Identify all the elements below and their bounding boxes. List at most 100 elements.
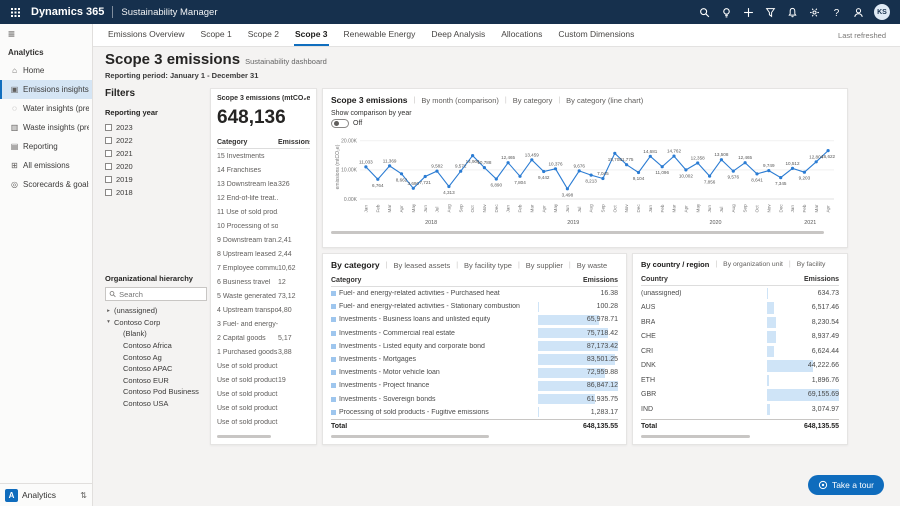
help-icon[interactable]: ? <box>830 6 842 18</box>
sidebar-item-reporting[interactable]: ▤Reporting <box>0 137 92 156</box>
table-row[interactable]: Use of sold product... <box>217 415 310 429</box>
tree-item[interactable]: Contoso Pod Business <box>105 386 207 398</box>
tab-custom-dimensions[interactable]: Custom Dimensions <box>557 24 635 46</box>
table-row[interactable]: 3 Fuel- and energy-... <box>217 317 310 331</box>
card-tab-by-country-region[interactable]: By country / region <box>641 260 709 269</box>
tab-scope-1[interactable]: Scope 1 <box>200 24 233 46</box>
table-row[interactable]: AUS6,517.46 <box>641 301 839 316</box>
tree-item[interactable]: Contoso USA <box>105 398 207 410</box>
app-name[interactable]: Sustainability Manager <box>121 7 217 18</box>
table-row[interactable]: 8 Upstream leased ...2,44 <box>217 247 310 261</box>
table-row[interactable]: Investments - Business loans and unliste… <box>331 313 618 326</box>
table-row[interactable]: 14 Franchises <box>217 163 310 177</box>
brand-title[interactable]: Dynamics 365 <box>31 6 104 18</box>
sidebar-item-emissions-insights[interactable]: ▣Emissions insights <box>0 80 92 99</box>
tree-item[interactable]: Contoso EUR <box>105 375 207 387</box>
table-row[interactable]: 12 End-of-life treat... <box>217 191 310 205</box>
table-row[interactable]: (unassigned)634.73 <box>641 286 839 301</box>
tree-item[interactable]: Contoso Ag <box>105 351 207 363</box>
year-checkbox-2023[interactable]: 2023 <box>105 121 207 134</box>
table-row[interactable]: 9 Downstream tran...2,41 <box>217 233 310 247</box>
table-row[interactable]: Fuel- and energy-related activities - St… <box>331 300 618 313</box>
table-row[interactable]: Use of sold product...19 <box>217 373 310 387</box>
tab-emissions-overview[interactable]: Emissions Overview <box>107 24 186 46</box>
table-row[interactable]: GBR69,155.69 <box>641 388 839 403</box>
tree-item[interactable]: (Blank) <box>105 328 207 340</box>
org-search-box[interactable] <box>105 287 207 301</box>
card-tab-by-leased-assets[interactable]: By leased assets <box>394 261 451 270</box>
card-tab-by-facility[interactable]: By facility <box>797 261 826 268</box>
sidebar-item-home[interactable]: ⌂Home <box>0 61 92 80</box>
table-row[interactable]: 13 Downstream lea...326 <box>217 177 310 191</box>
account-avatar[interactable]: KS <box>874 4 890 20</box>
table-row[interactable]: CRI6,624.44 <box>641 344 839 359</box>
take-a-tour-button[interactable]: Take a tour <box>808 475 884 495</box>
sidebar-item-scorecards-goals[interactable]: ◎Scorecards & goals <box>0 175 92 194</box>
table-row[interactable]: 10 Processing of sol... <box>217 219 310 233</box>
person-icon[interactable] <box>852 6 864 18</box>
app-launcher-icon[interactable] <box>10 6 23 19</box>
card-tab-by-category-line-chart-[interactable]: By category (line chart) <box>566 96 643 105</box>
table-row[interactable]: Use of sold product... <box>217 387 310 401</box>
table-row[interactable]: 11 Use of sold prod... <box>217 205 310 219</box>
table-row[interactable]: CHE8,937.49 <box>641 330 839 345</box>
horizontal-scrollbar[interactable] <box>331 231 824 234</box>
table-row[interactable]: 2 Capital goods5,17 <box>217 331 310 345</box>
tree-caret-icon[interactable]: ▾ <box>105 319 112 325</box>
year-checkbox-2019[interactable]: 2019 <box>105 173 207 186</box>
table-row[interactable]: Fuel- and energy-related activities - Pu… <box>331 287 618 300</box>
table-row[interactable]: Investments - Motor vehicle loan72,959.8… <box>331 366 618 379</box>
table-row[interactable]: 7 Employee commu...10,62 <box>217 261 310 275</box>
table-row[interactable]: Use of sold product... <box>217 359 310 373</box>
sidebar-area-switcher[interactable]: A Analytics ⇅ <box>0 483 92 506</box>
notifications-icon[interactable] <box>786 6 798 18</box>
horizontal-scrollbar[interactable] <box>217 435 271 438</box>
table-row[interactable]: DNK44,222.66 <box>641 359 839 374</box>
tree-item[interactable]: ▾Contoso Corp <box>105 317 207 329</box>
horizontal-scrollbar[interactable] <box>331 435 489 438</box>
year-checkbox-2021[interactable]: 2021 <box>105 147 207 160</box>
search-icon[interactable] <box>698 6 710 18</box>
ideas-icon[interactable] <box>720 6 732 18</box>
table-row[interactable]: 5 Waste generated i...73,12 <box>217 289 310 303</box>
table-row[interactable]: Investments - Project finance86,847.12 <box>331 379 618 392</box>
card-tab-scope-3-emissions[interactable]: Scope 3 emissions <box>331 95 408 105</box>
table-row[interactable]: IND3,074.97 <box>641 402 839 417</box>
table-row[interactable]: ETH1,896.76 <box>641 373 839 388</box>
tree-item[interactable]: Contoso Africa <box>105 340 207 352</box>
card-tab-by-facility-type[interactable]: By facility type <box>464 261 512 270</box>
card-tab-by-supplier[interactable]: By supplier <box>526 261 563 270</box>
sidebar-item-waste-insights[interactable]: ▥Waste insights (previ... <box>0 118 92 137</box>
add-icon[interactable] <box>742 6 754 18</box>
table-row[interactable]: Investments - Mortgages83,501.25 <box>331 353 618 366</box>
table-row[interactable]: 6 Business travel12 <box>217 275 310 289</box>
tab-scope-2[interactable]: Scope 2 <box>247 24 280 46</box>
sidebar-item-all-emissions[interactable]: ⊞All emissions <box>0 156 92 175</box>
comparison-toggle[interactable] <box>331 119 349 128</box>
tree-item[interactable]: ▸(unassigned) <box>105 305 207 317</box>
table-row[interactable]: Use of sold product... <box>217 401 310 415</box>
table-row[interactable]: Investments - Listed equity and corporat… <box>331 340 618 353</box>
org-search-input[interactable] <box>119 290 203 299</box>
card-tab-by-category[interactable]: By category <box>513 96 553 105</box>
year-checkbox-2022[interactable]: 2022 <box>105 134 207 147</box>
card-tab-by-waste[interactable]: By waste <box>577 261 607 270</box>
year-checkbox-2020[interactable]: 2020 <box>105 160 207 173</box>
tab-renewable-energy[interactable]: Renewable Energy <box>343 24 417 46</box>
filter-icon[interactable] <box>764 6 776 18</box>
year-checkbox-2018[interactable]: 2018 <box>105 186 207 199</box>
line-chart[interactable]: 0.00K10.00K20.00Kemissions (mtCO₂e)11,03… <box>331 129 841 229</box>
table-row[interactable]: 4 Upstream transpo...4,80 <box>217 303 310 317</box>
table-row[interactable]: Investments - Commercial real estate75,7… <box>331 327 618 340</box>
table-row[interactable]: 15 Investments <box>217 149 310 163</box>
tree-caret-icon[interactable]: ▸ <box>105 308 112 314</box>
hamburger-menu-icon[interactable]: ≡ <box>0 24 92 41</box>
table-row[interactable]: Processing of sold products - Fugitive e… <box>331 406 618 419</box>
table-row[interactable]: Investments - Sovereign bonds61,935.75 <box>331 393 618 406</box>
table-row[interactable]: 1 Purchased goods ...3,88 <box>217 345 310 359</box>
card-tab-by-category[interactable]: By category <box>331 260 380 270</box>
card-tab-by-organization-unit[interactable]: By organization unit <box>723 261 783 268</box>
settings-icon[interactable] <box>808 6 820 18</box>
card-tab-by-month-comparison-[interactable]: By month (comparison) <box>421 96 499 105</box>
table-row[interactable]: BRA8,230.54 <box>641 315 839 330</box>
